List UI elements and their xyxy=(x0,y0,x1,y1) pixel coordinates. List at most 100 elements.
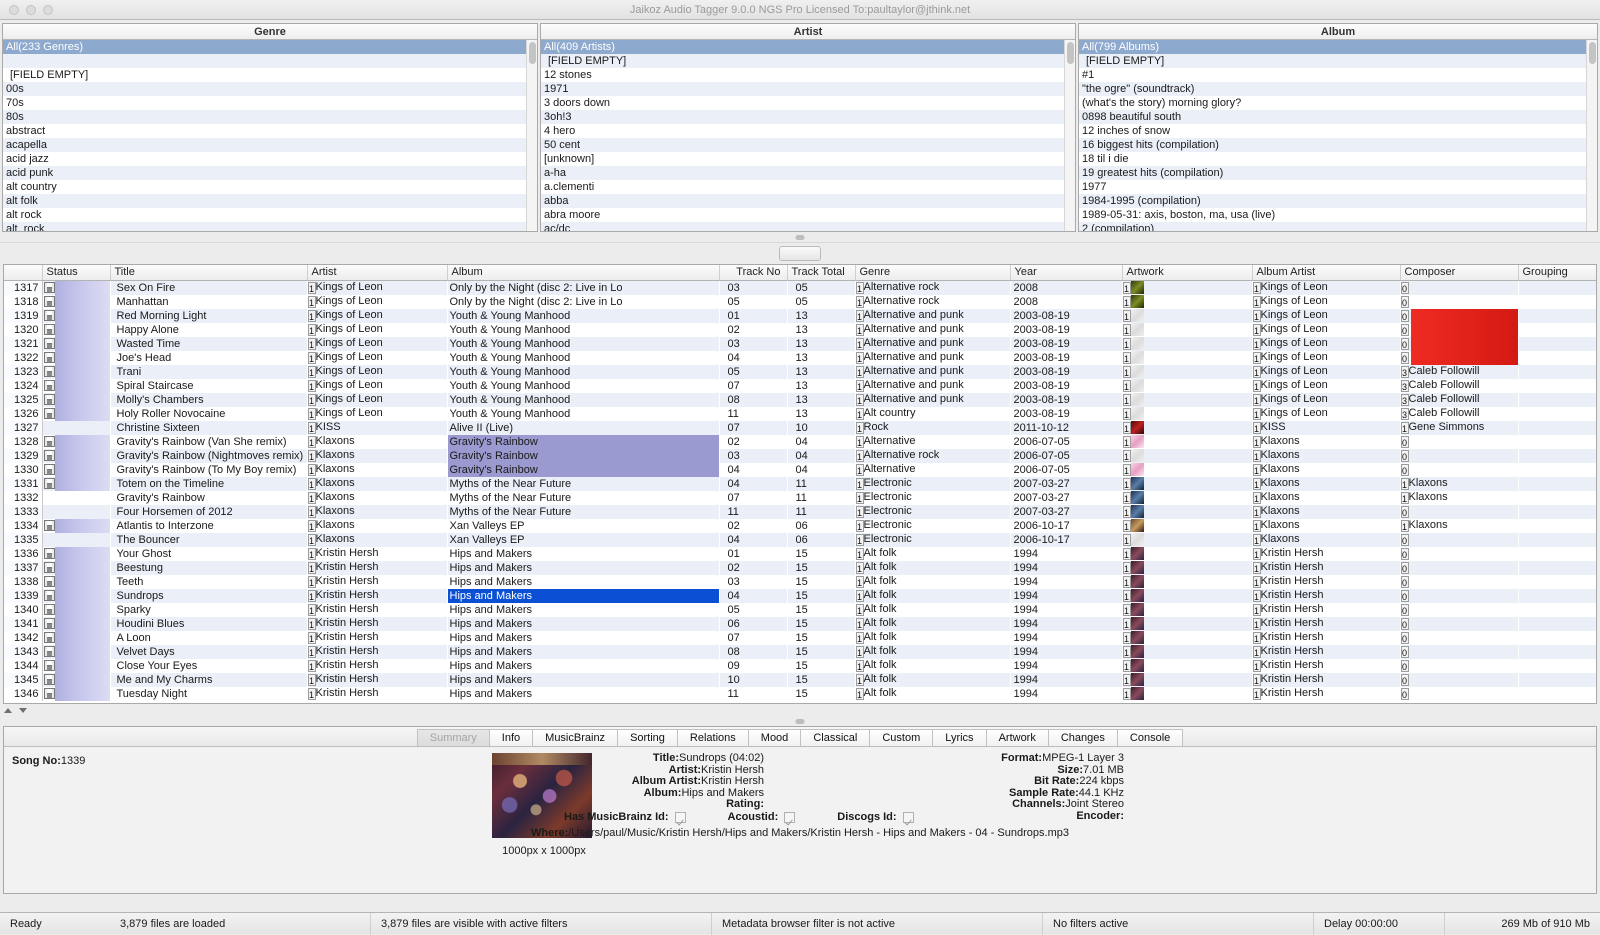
cell-artwork[interactable]: 1 xyxy=(1122,351,1252,365)
cell-title[interactable]: Holy Roller Novocaine xyxy=(110,407,307,421)
cell-genre[interactable]: 1Alt folk xyxy=(855,547,1010,561)
list-item[interactable]: 12 inches of snow xyxy=(1079,124,1597,138)
cell-track-no[interactable]: 10 xyxy=(719,673,787,687)
cell-composer[interactable]: 0 xyxy=(1400,505,1518,519)
table-row[interactable]: 1343Velvet Days1Kristin HershHips and Ma… xyxy=(4,645,1597,659)
cell-title[interactable]: Close Your Eyes xyxy=(110,659,307,673)
cell-artwork[interactable]: 1 xyxy=(1122,617,1252,631)
cell-year[interactable]: 2003-08-19 xyxy=(1010,365,1122,379)
cell-album[interactable]: Hips and Makers xyxy=(447,589,719,603)
list-item[interactable] xyxy=(3,54,537,68)
cell-track-total[interactable]: 13 xyxy=(787,309,855,323)
cell-artwork[interactable]: 1 xyxy=(1122,407,1252,421)
cell-composer[interactable]: 0 xyxy=(1400,309,1518,323)
cell-album-artist[interactable]: 1Klaxons xyxy=(1252,463,1400,477)
cell-grouping[interactable] xyxy=(1518,379,1597,393)
cell-status[interactable] xyxy=(42,589,110,603)
cell-title[interactable]: Gravity's Rainbow (To My Boy remix) xyxy=(110,463,307,477)
cell-track-total[interactable]: 05 xyxy=(787,280,855,295)
cell-album-artist[interactable]: 1Kristin Hersh xyxy=(1252,547,1400,561)
cell-album[interactable]: Only by the Night (disc 2: Live in Lo xyxy=(447,295,719,309)
cell-genre[interactable]: 1Alternative rock xyxy=(855,449,1010,463)
cell-grouping[interactable] xyxy=(1518,449,1597,463)
cell-track-total[interactable]: 13 xyxy=(787,393,855,407)
cell-status[interactable] xyxy=(42,379,110,393)
cell-composer[interactable]: 1Klaxons xyxy=(1400,491,1518,505)
cell-grouping[interactable] xyxy=(1518,351,1597,365)
cell-album[interactable]: Hips and Makers xyxy=(447,575,719,589)
cell-artwork[interactable]: 1 xyxy=(1122,561,1252,575)
cell-track-no[interactable]: 02 xyxy=(719,323,787,337)
cell-track-total[interactable]: 15 xyxy=(787,589,855,603)
cell-album-artist[interactable]: 1Kristin Hersh xyxy=(1252,617,1400,631)
cell-status[interactable] xyxy=(42,575,110,589)
cell-album[interactable]: Youth & Young Manhood xyxy=(447,323,719,337)
cell-composer[interactable]: 0 xyxy=(1400,435,1518,449)
cell-status[interactable] xyxy=(42,687,110,701)
table-row[interactable]: 1344Close Your Eyes1Kristin HershHips an… xyxy=(4,659,1597,673)
cell-track-no[interactable]: 03 xyxy=(719,337,787,351)
cell-year[interactable]: 2003-08-19 xyxy=(1010,351,1122,365)
cell-year[interactable]: 1994 xyxy=(1010,589,1122,603)
cell-album-artist[interactable]: 1Klaxons xyxy=(1252,449,1400,463)
list-item[interactable]: [FIELD EMPTY] xyxy=(541,54,1075,68)
tab-musicbrainz[interactable]: MusicBrainz xyxy=(532,729,617,746)
cell-title[interactable]: Wasted Time xyxy=(110,337,307,351)
table-row[interactable]: 1324Spiral Staircase1Kings of LeonYouth … xyxy=(4,379,1597,393)
list-item[interactable]: 19 greatest hits (compilation) xyxy=(1079,166,1597,180)
cell-artist[interactable]: 1Klaxons xyxy=(307,505,447,519)
cell-track-total[interactable]: 04 xyxy=(787,435,855,449)
cell-grouping[interactable] xyxy=(1518,323,1597,337)
cell-title[interactable]: Trani xyxy=(110,365,307,379)
tracks-table[interactable]: Status Title Artist Album Track No Track… xyxy=(3,264,1597,704)
column-header-title[interactable]: Title xyxy=(110,265,307,280)
cell-track-no[interactable]: 07 xyxy=(719,421,787,435)
cell-album-artist[interactable]: 1Kings of Leon xyxy=(1252,295,1400,309)
cell-composer[interactable]: 0 xyxy=(1400,533,1518,547)
tab-classical[interactable]: Classical xyxy=(800,729,869,746)
table-row[interactable]: 1346Tuesday Night1Kristin HershHips and … xyxy=(4,687,1597,701)
cell-artist[interactable]: 1Kings of Leon xyxy=(307,393,447,407)
cell-grouping[interactable] xyxy=(1518,463,1597,477)
cell-artist[interactable]: 1Klaxons xyxy=(307,533,447,547)
cell-genre[interactable]: 1Alt folk xyxy=(855,631,1010,645)
cell-album[interactable]: Hips and Makers xyxy=(447,561,719,575)
cell-composer[interactable]: 0 xyxy=(1400,659,1518,673)
tab-relations[interactable]: Relations xyxy=(677,729,748,746)
cell-title[interactable]: Sex On Fire xyxy=(110,280,307,295)
column-header-index[interactable] xyxy=(4,265,42,280)
cell-track-no[interactable]: 07 xyxy=(719,379,787,393)
table-row[interactable]: 1323Trani1Kings of LeonYouth & Young Man… xyxy=(4,365,1597,379)
cell-status[interactable] xyxy=(42,435,110,449)
cell-artist[interactable]: 1Kristin Hersh xyxy=(307,645,447,659)
browser-table-splitter[interactable] xyxy=(0,232,1600,242)
cell-title[interactable]: Your Ghost xyxy=(110,547,307,561)
cell-album[interactable]: Hips and Makers xyxy=(447,645,719,659)
cell-year[interactable]: 2008 xyxy=(1010,295,1122,309)
cell-year[interactable]: 1994 xyxy=(1010,575,1122,589)
cell-track-total[interactable]: 11 xyxy=(787,477,855,491)
cell-artwork[interactable]: 1 xyxy=(1122,645,1252,659)
list-item[interactable]: 3 doors down xyxy=(541,96,1075,110)
column-header-status[interactable]: Status xyxy=(42,265,110,280)
cell-status[interactable] xyxy=(42,617,110,631)
list-item[interactable]: acid punk xyxy=(3,166,537,180)
list-item[interactable]: 50 cent xyxy=(541,138,1075,152)
table-row[interactable]: 1333Four Horsemen of 20121KlaxonsMyths o… xyxy=(4,505,1597,519)
cell-grouping[interactable] xyxy=(1518,617,1597,631)
cell-artwork[interactable]: 1 xyxy=(1122,631,1252,645)
cell-title[interactable]: Tuesday Night xyxy=(110,687,307,701)
cell-track-total[interactable]: 06 xyxy=(787,519,855,533)
cell-grouping[interactable] xyxy=(1518,547,1597,561)
cell-artist[interactable]: 1Klaxons xyxy=(307,463,447,477)
list-item[interactable]: abstract xyxy=(3,124,537,138)
cell-track-total[interactable]: 13 xyxy=(787,337,855,351)
cell-grouping[interactable] xyxy=(1518,561,1597,575)
cell-title[interactable]: Christine Sixteen xyxy=(110,421,307,435)
cell-year[interactable]: 2006-10-17 xyxy=(1010,533,1122,547)
cell-composer[interactable]: 0 xyxy=(1400,687,1518,701)
cell-grouping[interactable] xyxy=(1518,295,1597,309)
cell-artist[interactable]: 1Klaxons xyxy=(307,519,447,533)
cell-album[interactable]: Hips and Makers xyxy=(447,687,719,701)
cell-artwork[interactable]: 1 xyxy=(1122,449,1252,463)
